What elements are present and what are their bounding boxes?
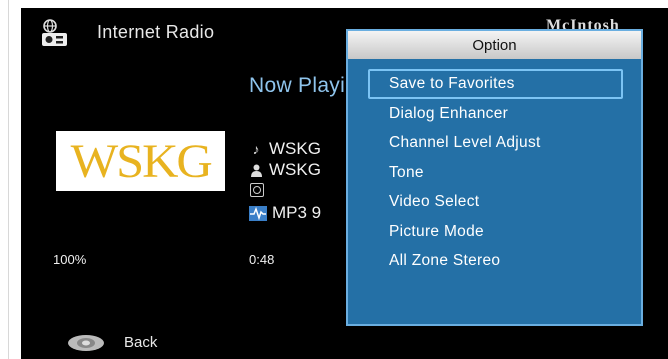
menu-item-picture-mode[interactable]: Picture Mode (368, 217, 623, 247)
music-note-icon: ♪ (252, 141, 260, 157)
station-name: WSKG (269, 139, 321, 158)
menu-item-dialog-enhancer[interactable]: Dialog Enhancer (368, 99, 623, 129)
network-icon (250, 183, 264, 197)
back-button[interactable]: Back (124, 334, 157, 351)
artist-name: WSKG (269, 160, 321, 179)
remote-button-icon[interactable] (67, 334, 105, 352)
option-list: Save to Favorites Dialog Enhancer Channe… (368, 69, 623, 276)
station-logo: WSKG (56, 131, 225, 191)
menu-item-tone[interactable]: Tone (368, 158, 623, 188)
page-border-line (8, 0, 9, 359)
waveform-icon (249, 205, 267, 221)
menu-item-save-to-favorites[interactable]: Save to Favorites (368, 69, 623, 99)
artist-row: WSKG (249, 160, 321, 180)
tv-screen: Internet Radio McIntosh Now Playing WSKG… (21, 8, 668, 359)
menu-item-all-zone-stereo[interactable]: All Zone Stereo (368, 246, 623, 276)
option-menu-title: Option (348, 31, 641, 59)
person-icon (249, 163, 263, 177)
audio-format: MP3 9 (272, 203, 322, 222)
option-menu: Option Save to Favorites Dialog Enhancer… (346, 29, 643, 326)
menu-item-channel-level-adjust[interactable]: Channel Level Adjust (368, 128, 623, 158)
page-title: Internet Radio (97, 22, 215, 42)
station-row: ♪ WSKG (249, 139, 321, 159)
station-logo-text: WSKG (70, 134, 212, 188)
internet-radio-icon (42, 19, 67, 46)
page-margin (0, 0, 21, 359)
elapsed-time: 0:48 (249, 252, 275, 267)
menu-item-video-select[interactable]: Video Select (368, 187, 623, 217)
buffer-percent: 100% (53, 252, 87, 267)
format-row: MP3 9 (249, 203, 321, 223)
